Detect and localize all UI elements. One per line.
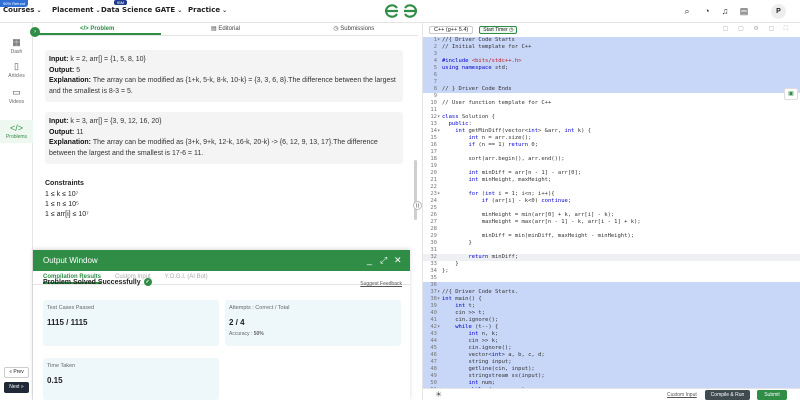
tab-editorial[interactable]: ▤ Editorial	[161, 23, 289, 35]
lightbulb-icon[interactable]: ☀	[435, 390, 442, 399]
code-area[interactable]: 1▾//{ Driver Code Starts 2// Initial tem…	[423, 37, 800, 394]
language-select[interactable]: C++ (g++ 5.4)	[429, 25, 474, 34]
content-scrollbar[interactable]	[414, 160, 417, 220]
rail-item-videos[interactable]: ▭ Videos	[0, 87, 33, 105]
start-timer-button[interactable]: Start Timer ◷	[479, 25, 518, 34]
submit-button[interactable]: Submit	[757, 390, 787, 400]
chevron-down-icon: ⌄	[222, 6, 228, 14]
bell-icon[interactable]: ♫	[720, 6, 730, 16]
floating-chat-icon[interactable]: ▣	[784, 88, 798, 100]
tab-problem[interactable]: </> Problem	[33, 23, 162, 35]
time-taken-card: Time Taken 0.15	[43, 358, 219, 400]
rail-item-problems[interactable]: </> Problems	[0, 120, 33, 143]
rail-item-articles[interactable]: ▯ Articles	[0, 61, 33, 79]
avatar[interactable]: P	[771, 4, 786, 19]
suggest-feedback-link[interactable]: Suggest Feedback	[360, 281, 402, 287]
editor-toolbar: C++ (g++ 5.4) Start Timer ◷ ▢ ▢ ⚙ ▢ ⛶	[423, 23, 800, 36]
example-2: Input: k = 3, arr[] = {3, 9, 12, 16, 20}…	[45, 112, 403, 164]
chevron-down-icon: ⌄	[95, 6, 101, 14]
problem-tabs: </> Problem ▤ Editorial ◷ Submissions	[33, 23, 418, 36]
tab-submissions[interactable]: ◷ Submissions	[290, 23, 418, 35]
example-1: Input: k = 2, arr[] = {1, 5, 8, 10} Outp…	[45, 50, 403, 102]
rail-item-dash[interactable]: ▦ Dash	[0, 37, 33, 55]
attempts-card: Attempts : Correct / Total 2 / 4 Accurac…	[225, 300, 401, 346]
nav-gate[interactable]: GATE ⌄	[155, 6, 182, 14]
constraints: Constraints 1 ≤ k ≤ 10⁷ 1 ≤ n ≤ 10⁵ 1 ≤ …	[45, 180, 89, 218]
expand-icon[interactable]: ⤢	[380, 250, 387, 271]
top-navbar: 90% Refund Courses ⌄ Placement ⌄ IBM Data …	[0, 0, 800, 23]
minimize-icon[interactable]: _	[367, 250, 372, 271]
collapse-toggle-icon[interactable]: ›	[30, 27, 40, 37]
chevron-down-icon: ⌄	[36, 6, 42, 14]
nav-courses[interactable]: Courses ⌄	[3, 6, 42, 14]
nav-practice[interactable]: Practice ⌄	[188, 6, 227, 14]
check-circle-icon: ✓	[143, 278, 152, 286]
search-icon[interactable]: ⌕	[682, 6, 692, 16]
nav-placement[interactable]: Placement ⌄	[52, 6, 101, 14]
left-rail: ▦ Dash ▯ Articles ▭ Videos </> Problems « Pr…	[0, 23, 33, 400]
next-button[interactable]: Next »	[4, 382, 29, 393]
dashboard-icon: ▦	[12, 37, 21, 47]
panel-resize-handle[interactable]: ⟨⟩	[413, 201, 422, 210]
editor-footer: ☀ Custom Input Compile & Run Submit	[423, 388, 800, 400]
code-editor-panel: C++ (g++ 5.4) Start Timer ◷ ▢ ▢ ⚙ ▢ ⛶ 1▾…	[422, 23, 800, 400]
output-header: Output Window _ ⤢ ✕	[33, 250, 410, 271]
close-icon[interactable]: ✕	[394, 250, 402, 271]
tab-yogi-bot[interactable]: Y.O.G.I. (AI Bot)	[165, 271, 208, 284]
prev-button[interactable]: « Prev	[4, 367, 29, 378]
chevron-down-icon: ⌄	[177, 6, 183, 14]
notes-icon[interactable]: ▤	[739, 6, 749, 16]
nav-data-science[interactable]: Data Science ⌄	[101, 6, 159, 14]
output-window: Output Window _ ⤢ ✕ Compilation Results …	[33, 250, 410, 400]
custom-input-link[interactable]: Custom Input	[667, 392, 697, 398]
compile-run-button[interactable]: Compile & Run	[705, 390, 750, 400]
editor-tool-icons[interactable]: ▢ ▢ ⚙ ▢ ⛶	[723, 25, 792, 33]
video-icon: ▭	[12, 87, 21, 97]
status-message: Problem Solved Successfully ✓	[43, 278, 152, 286]
code-icon: </>	[9, 123, 23, 133]
ibm-badge: IBM	[114, 0, 128, 5]
gfg-logo-icon[interactable]	[384, 3, 418, 19]
streak-icon[interactable]: ◔	[702, 6, 712, 16]
article-icon: ▯	[14, 61, 19, 71]
test-cases-card: Test Cases Passed 1115 / 1115	[43, 300, 219, 346]
